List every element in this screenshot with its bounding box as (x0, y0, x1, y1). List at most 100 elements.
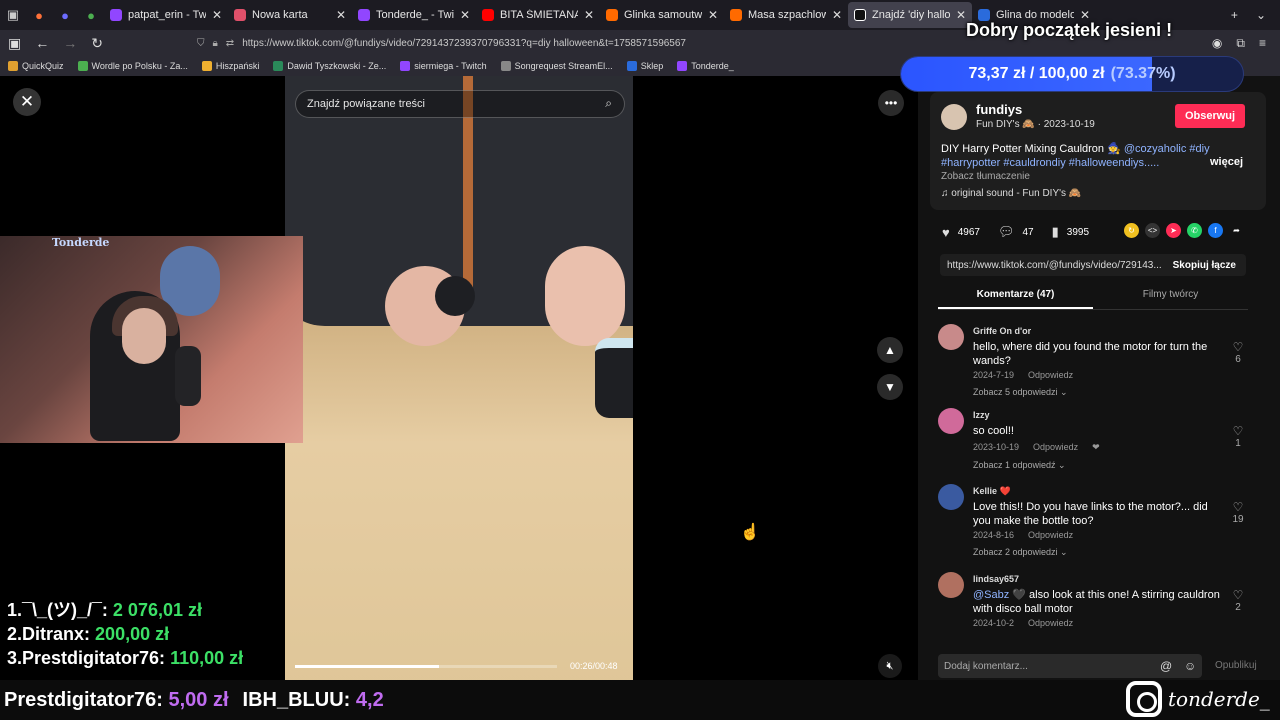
account-icon[interactable]: ● (52, 0, 78, 30)
tab-close-icon[interactable]: ✕ (832, 8, 842, 22)
reply-link[interactable]: Odpowiedz (1028, 618, 1073, 628)
tab-overview-icon[interactable]: ▣ (0, 0, 26, 30)
comment-like[interactable]: ♡ 6 (1228, 340, 1248, 365)
next-video-icon[interactable]: ▼ (877, 374, 903, 400)
emoji-icon[interactable]: ☺ (1184, 659, 1196, 673)
tab-close-icon[interactable]: ✕ (212, 8, 222, 22)
facebook-icon[interactable]: f (1208, 223, 1223, 238)
url-bar[interactable]: ⛉ 🔒︎ ⇄ https://www.tiktok.com/@fundiys/v… (197, 38, 897, 49)
bookmark[interactable]: Dawid Tyszkowski - Ze... (273, 61, 386, 71)
browser-tab[interactable]: BITA ŚMIETANA Z WOSK✕ (476, 2, 600, 28)
reload-icon[interactable]: ↻ (91, 35, 103, 52)
tab-close-icon[interactable]: ✕ (584, 8, 594, 22)
video-player[interactable] (285, 76, 633, 692)
comment-username[interactable]: Griffe On d'or (973, 326, 1031, 336)
comment-username[interactable]: lindsay657 (973, 574, 1019, 584)
related-search-input[interactable]: Znajdź powiązane treści ⌕ (295, 90, 625, 118)
avatar[interactable] (938, 484, 964, 510)
embed-icon[interactable]: <> (1145, 223, 1160, 238)
forward-icon[interactable]: → (63, 35, 77, 51)
browser-tab[interactable]: Glinka samoutwardzalna✕ (600, 2, 724, 28)
tab-close-icon[interactable]: ✕ (460, 8, 470, 22)
comment-like[interactable]: ♡ 19 (1228, 500, 1248, 525)
search-icon[interactable]: ⌕ (605, 96, 612, 111)
video-link-text[interactable]: https://www.tiktok.com/@fundiys/video/72… (947, 260, 1162, 271)
reply-link[interactable]: Odpowiedz (1028, 530, 1073, 540)
comment-username[interactable]: Izzy (973, 410, 990, 420)
tab-close-icon[interactable]: ✕ (336, 8, 346, 22)
comment-meta: 2023-10-19 Odpowiedz ❤ (973, 442, 1100, 453)
list-tabs-icon[interactable]: ⌄ (1256, 8, 1266, 22)
tab-comments[interactable]: Komentarze (47) (938, 286, 1093, 309)
comment-username[interactable]: Kellie ❤️ (973, 486, 1011, 497)
publish-button[interactable]: Opublikuj (1215, 660, 1257, 671)
menu-icon[interactable]: ≡ (1259, 36, 1266, 51)
comment-like[interactable]: ♡ 1 (1228, 424, 1248, 449)
heart-outline-icon[interactable]: ♡ (1233, 588, 1244, 602)
heart-outline-icon[interactable]: ♡ (1233, 424, 1244, 438)
more-link[interactable]: więcej (1210, 156, 1243, 168)
extension-icon[interactable]: ● (78, 0, 104, 30)
url-text[interactable]: https://www.tiktok.com/@fundiys/video/72… (242, 38, 686, 49)
heart-outline-icon[interactable]: ♡ (1233, 500, 1244, 514)
bookmark[interactable]: Sklep (626, 61, 663, 71)
bookmark-favicon-icon (77, 61, 88, 71)
shield-icon[interactable]: ⛉ (197, 38, 205, 49)
translate-link[interactable]: Zobacz tłumaczenie (941, 171, 1030, 182)
tab-close-icon[interactable]: ✕ (708, 8, 718, 22)
send-icon[interactable]: ➤ (1166, 223, 1181, 238)
bookmark[interactable]: QuickQuiz (8, 61, 64, 71)
comment-like[interactable]: ♡ 2 (1228, 588, 1248, 613)
browser-tab[interactable]: Masa szpachlowa naprav✕ (724, 2, 848, 28)
reply-link[interactable]: Odpowiedz (1033, 442, 1078, 453)
instagram-handle: tonderde_ (1126, 677, 1280, 720)
avatar[interactable] (941, 104, 967, 130)
firefox-icon[interactable]: ● (26, 0, 52, 30)
sidebar-icon[interactable]: ▣ (8, 35, 21, 52)
reply-link[interactable]: Odpowiedz (1028, 370, 1073, 380)
back-icon[interactable]: ← (35, 35, 49, 51)
comment-icon[interactable]: 💬︎ (998, 224, 1015, 240)
browser-tab[interactable]: Nowa karta ✕ (228, 2, 352, 28)
permissions-icon[interactable]: ⇄ (226, 38, 234, 49)
bookmark[interactable]: Songrequest StreamEl... (500, 61, 613, 71)
bookmark-favicon-icon (626, 61, 637, 71)
bookmark[interactable]: Wordle po Polsku - Za... (77, 61, 188, 71)
avatar[interactable] (938, 572, 964, 598)
view-replies-link[interactable]: Zobacz 2 odpowiedzi ⌄ (973, 547, 1068, 558)
heart-outline-icon[interactable]: ♡ (1233, 340, 1244, 354)
donor-row: 3.Prestdigitator76: 110,00 zł (7, 648, 244, 668)
lock-icon[interactable]: 🔒︎ (212, 38, 217, 49)
copy-link-button[interactable]: Skopiuj łącze (1173, 260, 1236, 271)
post-username[interactable]: fundiys (976, 102, 1022, 117)
video-progress-bar[interactable] (295, 665, 557, 668)
mention-icon[interactable]: @ (1160, 659, 1172, 673)
bookmark[interactable]: siermiega - Twitch (400, 61, 487, 71)
tab-creator-videos[interactable]: Filmy twórcy (1093, 286, 1248, 309)
repost-icon[interactable]: ↻ (1124, 223, 1139, 238)
more-options-icon[interactable]: ••• (878, 90, 904, 116)
bookmark[interactable]: Tonderde_ (677, 61, 734, 71)
view-replies-link[interactable]: Zobacz 5 odpowiedzi ⌄ (973, 387, 1068, 398)
whatsapp-icon[interactable]: ✆ (1187, 223, 1202, 238)
browser-tab-active[interactable]: Znajdź 'diy halloween' n✕ (848, 2, 972, 28)
close-icon[interactable]: ✕ (13, 88, 41, 116)
avatar[interactable] (938, 324, 964, 350)
browser-tab[interactable]: patpat_erin - Twitch✕ (104, 2, 228, 28)
browser-tab[interactable]: Tonderde_ - Twitch✕ (352, 2, 476, 28)
sound-link[interactable]: ♫ original sound - Fun DIY's 🙈 (941, 188, 1081, 199)
account-icon[interactable]: ◉ (1212, 36, 1222, 51)
view-replies-link[interactable]: Zobacz 1 odpowiedź ⌄ (973, 460, 1066, 471)
tab-close-icon[interactable]: ✕ (956, 8, 966, 22)
comment-mention[interactable]: @Sabz 🖤 (973, 589, 1026, 601)
follow-button[interactable]: Obserwuj (1175, 104, 1245, 128)
share-icon[interactable]: ➦ (1229, 223, 1244, 238)
mute-icon[interactable]: 🔇︎ (878, 654, 902, 678)
new-tab-icon[interactable]: + (1231, 8, 1238, 22)
avatar[interactable] (938, 408, 964, 434)
bookmark[interactable]: Hiszpański (201, 61, 259, 71)
heart-icon[interactable]: ♥ (942, 225, 950, 240)
previous-video-icon[interactable]: ▲ (877, 337, 903, 363)
bookmark-icon[interactable]: ▮ (1052, 224, 1059, 240)
extensions-icon[interactable]: ⧉ (1236, 36, 1245, 51)
